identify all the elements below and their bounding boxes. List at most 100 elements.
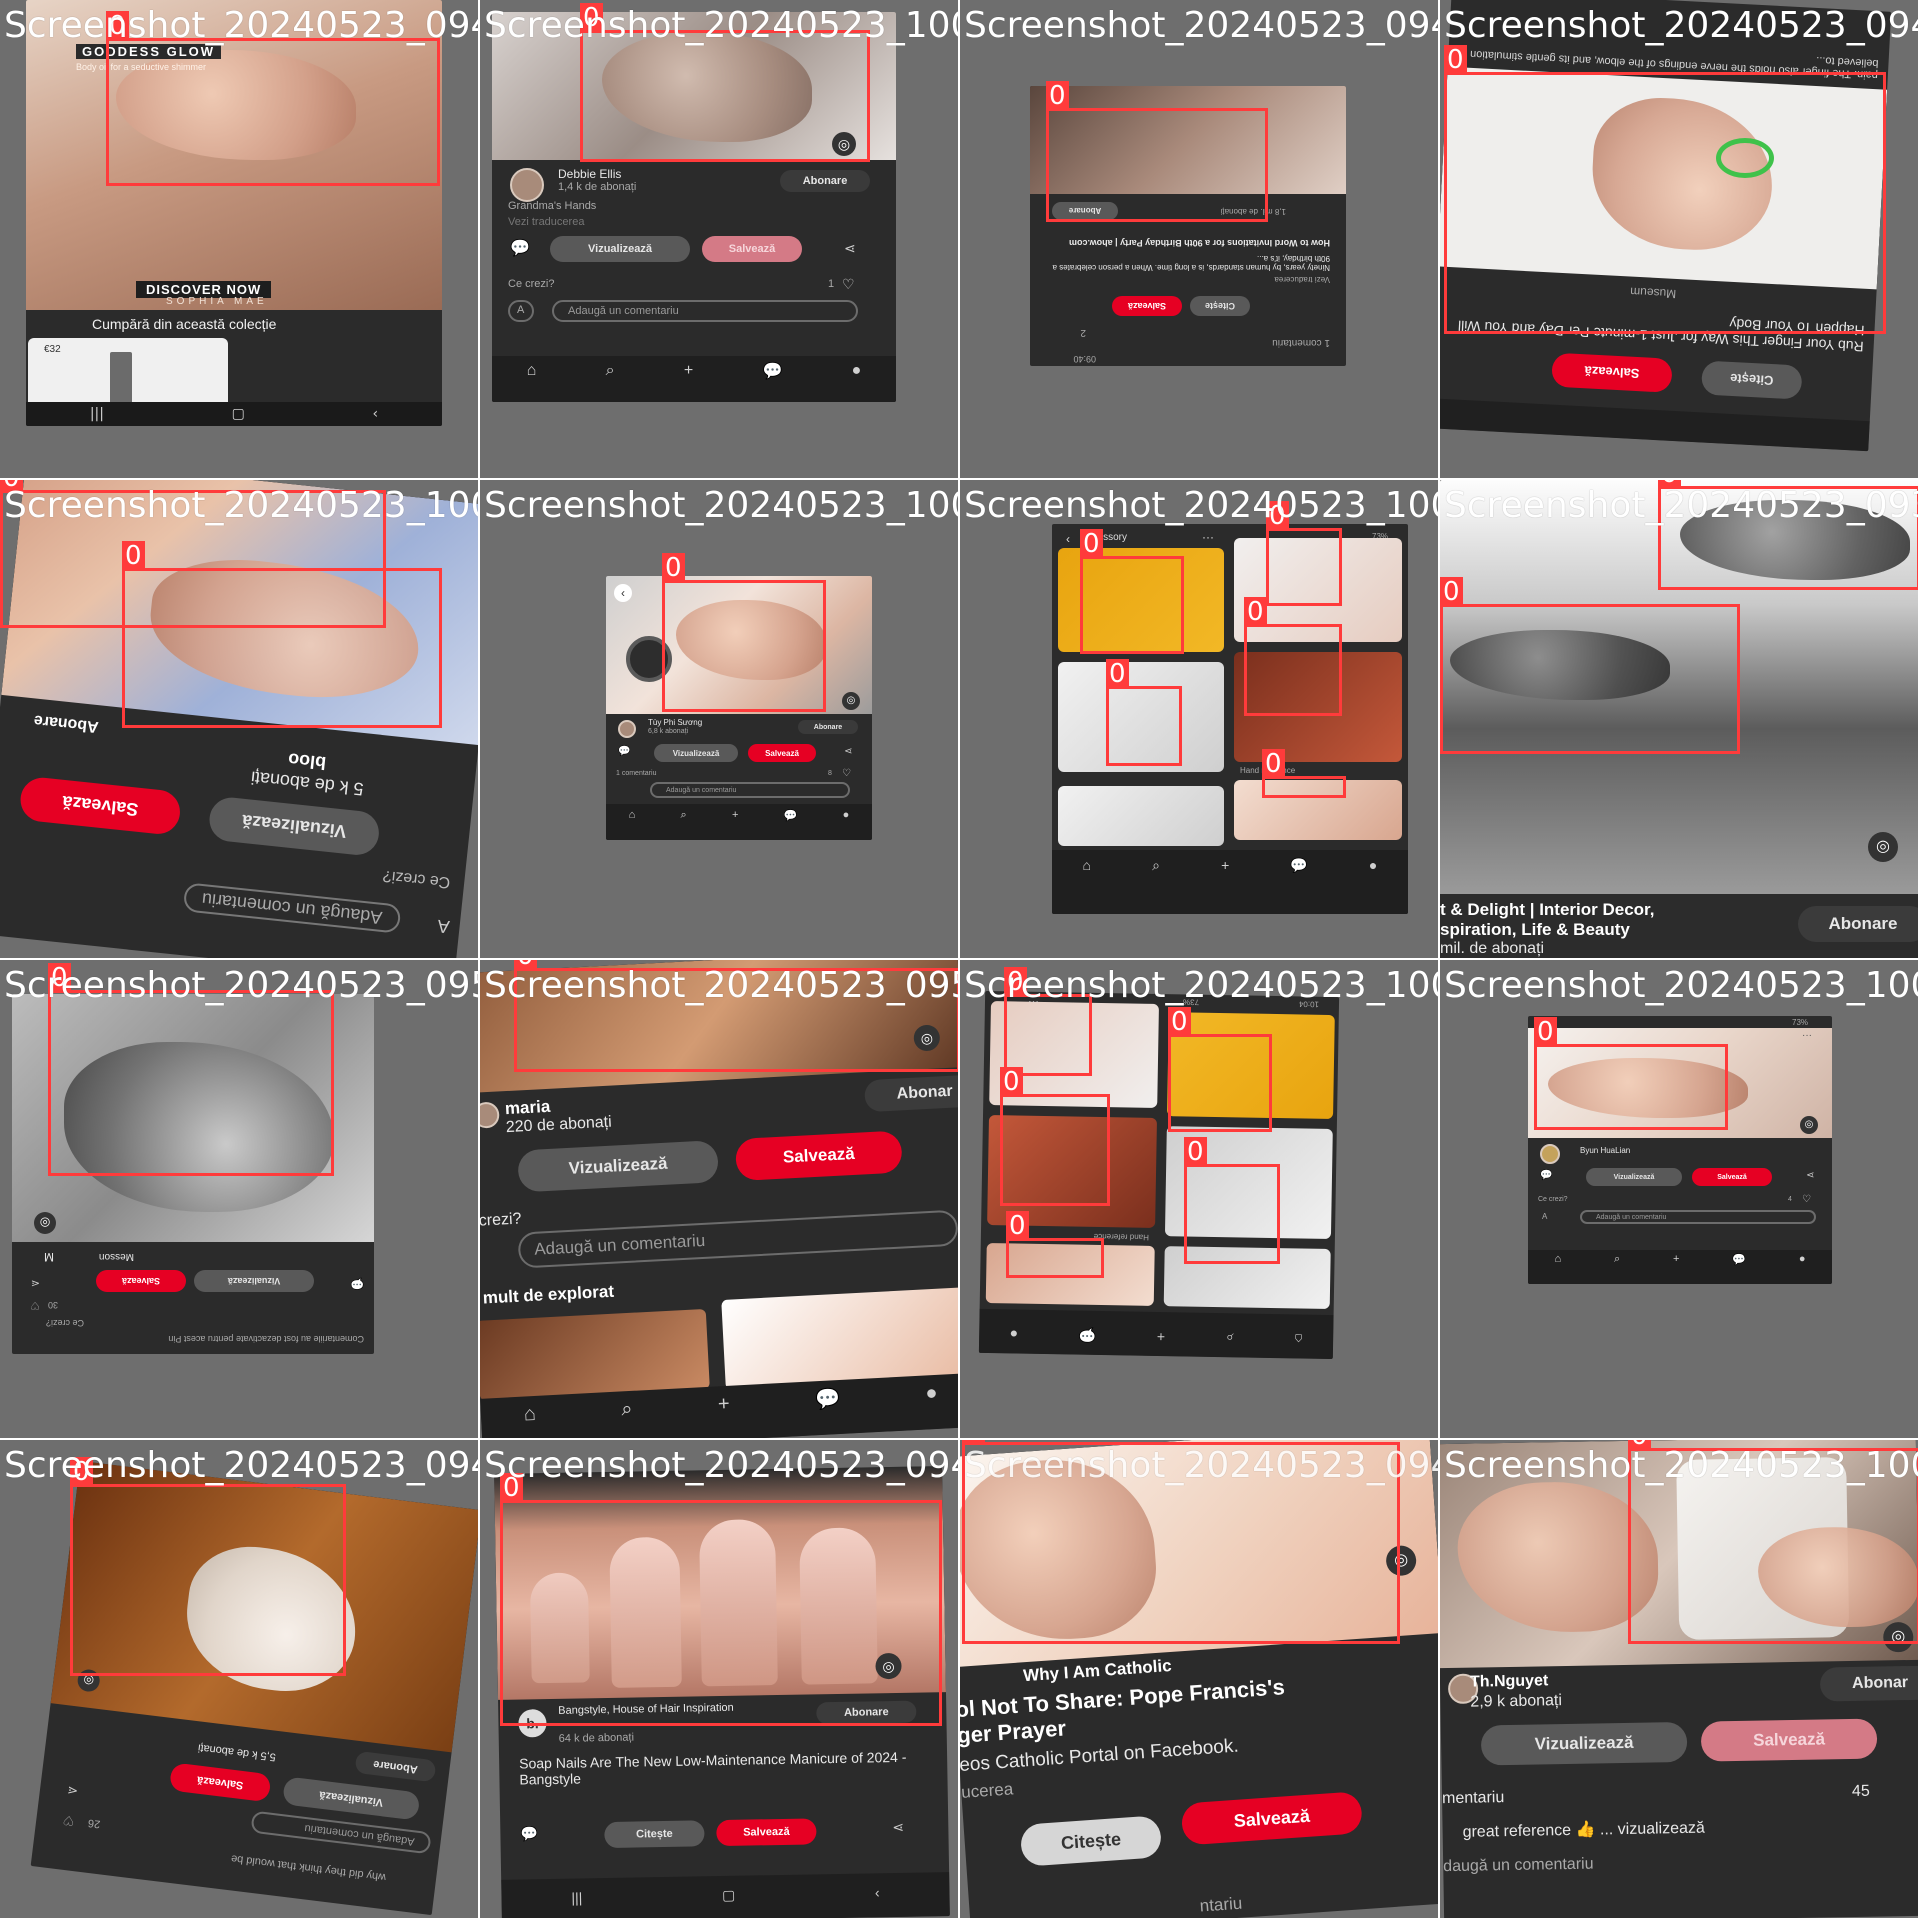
comment-input[interactable]: Adaugă un comentariu — [1580, 1210, 1816, 1224]
share-icon[interactable]: ⋖ — [31, 1277, 40, 1290]
home-icon[interactable]: ⌂ — [1554, 1253, 1561, 1265]
save-button[interactable]: Salvează — [716, 1818, 817, 1847]
translate-link[interactable]: ucerea — [961, 1779, 1014, 1803]
comment-input[interactable]: daugă un comentariu — [1443, 1856, 1594, 1877]
share-icon[interactable]: ⋖ — [844, 240, 856, 257]
follow-button[interactable]: Abonare — [1798, 906, 1918, 942]
heart-icon[interactable]: ♡ — [30, 1299, 40, 1312]
more-dots-icon[interactable]: ··· — [1802, 1030, 1812, 1041]
comment-icon[interactable]: 💬 — [618, 746, 630, 757]
share-icon[interactable]: ⋖ — [892, 1819, 904, 1836]
back-icon[interactable]: ‹ — [1066, 532, 1070, 546]
share-icon[interactable]: ⋖ — [844, 746, 852, 757]
view-button[interactable]: Vizualizează — [207, 795, 382, 858]
profile-icon[interactable]: ● — [1799, 1253, 1806, 1265]
search-icon[interactable]: ⌕ — [621, 1397, 633, 1421]
save-button[interactable]: Salvează — [1551, 352, 1673, 393]
profile-icon[interactable]: ● — [925, 1381, 938, 1405]
lens-icon[interactable]: ◎ — [842, 692, 860, 710]
author-name[interactable]: maria — [504, 1097, 550, 1119]
author-name[interactable]: Th.Nguyet — [1470, 1672, 1549, 1691]
follow-button[interactable]: Abonare — [798, 720, 858, 734]
search-icon[interactable]: ⌕ — [606, 362, 615, 380]
avatar[interactable] — [510, 168, 544, 202]
plus-icon[interactable]: + — [1221, 857, 1229, 873]
avatar[interactable] — [1540, 1144, 1560, 1164]
home-icon[interactable]: ⌂ — [1083, 857, 1091, 873]
heart-icon[interactable]: ♡ — [842, 276, 855, 293]
chat-icon[interactable]: 💬 — [1079, 1327, 1097, 1344]
save-button[interactable]: Salvează — [702, 236, 802, 262]
comment-input[interactable]: Adaugă un comentariu — [182, 882, 402, 934]
follow-button[interactable]: Abonar — [863, 1074, 958, 1113]
lens-icon[interactable]: ◎ — [1800, 1116, 1818, 1134]
save-button[interactable]: Salvează — [1112, 296, 1182, 316]
chat-icon[interactable]: 💬 — [762, 361, 782, 381]
chat-icon[interactable]: 💬 — [1290, 857, 1307, 874]
save-button[interactable]: Salvează — [1180, 1791, 1364, 1846]
view-button[interactable]: Vizualizează — [550, 236, 690, 262]
view-button[interactable]: Vizualizează — [194, 1270, 314, 1292]
avatar[interactable] — [480, 1101, 500, 1129]
save-button[interactable]: Salvează — [1700, 1718, 1878, 1762]
comment-input[interactable]: Adaugă un comentariu — [517, 1209, 958, 1269]
share-icon[interactable]: ⋖ — [66, 1782, 79, 1799]
translate-link[interactable]: Vezi traducerea — [508, 216, 584, 228]
search-icon[interactable]: ⌕ — [1226, 1330, 1234, 1347]
translate-link[interactable]: Vezi traducerea — [1274, 275, 1330, 284]
plus-icon[interactable]: + — [732, 809, 738, 821]
author-name[interactable]: bloo — [287, 748, 327, 773]
save-button[interactable]: Salvează — [1692, 1168, 1772, 1186]
lens-icon[interactable]: ◎ — [1868, 832, 1898, 862]
follow-button[interactable]: Abonar — [1819, 1665, 1918, 1702]
chat-icon[interactable]: 💬 — [1732, 1253, 1746, 1266]
heart-icon[interactable]: ♡ — [842, 768, 851, 779]
profile-icon[interactable]: ● — [1369, 857, 1377, 873]
home-square-icon[interactable]: ▢ — [722, 1886, 736, 1903]
menu-lines-icon[interactable]: ||| — [90, 406, 104, 422]
read-button[interactable]: Citește — [1190, 296, 1250, 316]
back-icon[interactable]: ‹ — [614, 584, 632, 602]
profile-icon[interactable]: ● — [1009, 1326, 1018, 1342]
plus-icon[interactable]: + — [717, 1392, 730, 1416]
home-icon[interactable]: ⌂ — [629, 809, 636, 821]
share-icon[interactable]: ⋖ — [1806, 1170, 1814, 1181]
plus-icon[interactable]: + — [1157, 1329, 1165, 1345]
comment-icon[interactable]: 💬 — [350, 1277, 364, 1290]
comment-input[interactable]: Adaugă un comentariu — [552, 300, 858, 322]
save-button[interactable]: Salvează — [168, 1762, 272, 1803]
explore-card[interactable] — [480, 1308, 710, 1401]
save-button[interactable]: Salvează — [748, 744, 816, 762]
plus-icon[interactable]: + — [684, 362, 693, 380]
heart-icon[interactable]: ♡ — [62, 1812, 76, 1828]
plus-icon[interactable]: + — [1673, 1253, 1679, 1265]
view-button[interactable]: Vizualizează — [1586, 1168, 1682, 1186]
view-button[interactable]: Vizualizează — [517, 1140, 720, 1193]
comment-icon[interactable]: 💬 — [520, 1825, 538, 1842]
author-name[interactable]: Debbie Ellis — [558, 167, 621, 181]
follow-button[interactable]: Abonare — [33, 711, 99, 736]
chat-icon[interactable]: 💬 — [784, 809, 798, 822]
lens-icon[interactable]: ◎ — [34, 1212, 56, 1234]
search-icon[interactable]: ⌕ — [1152, 857, 1160, 874]
view-button[interactable]: Vizualizează — [654, 744, 738, 762]
search-icon[interactable]: ⌕ — [1614, 1253, 1620, 1266]
chat-icon[interactable]: 💬 — [814, 1386, 841, 1412]
read-button[interactable]: Citește — [1019, 1815, 1163, 1867]
view-button[interactable]: Vizualizează — [282, 1776, 421, 1821]
author-name[interactable]: Byun HuaLian — [1580, 1146, 1630, 1155]
save-button[interactable]: Salvează — [18, 775, 183, 837]
read-button[interactable]: Citește — [1700, 360, 1803, 400]
home-icon[interactable]: ⌂ — [523, 1402, 536, 1426]
profile-icon[interactable]: ● — [843, 809, 850, 821]
save-button[interactable]: Salvează — [96, 1270, 186, 1292]
home-icon[interactable]: ⌂ — [527, 362, 537, 380]
explore-card[interactable] — [721, 1286, 958, 1390]
pin-card[interactable] — [1058, 786, 1224, 846]
comment-icon[interactable]: 💬 — [1540, 1170, 1552, 1181]
menu-lines-icon[interactable]: ||| — [571, 1889, 582, 1905]
author-name[interactable]: Messon — [99, 1251, 134, 1262]
back-chevron-icon[interactable]: ‹ — [373, 406, 379, 422]
back-chevron-icon[interactable]: ‹ — [875, 1884, 880, 1900]
comment-icon[interactable]: 💬 — [510, 238, 530, 258]
